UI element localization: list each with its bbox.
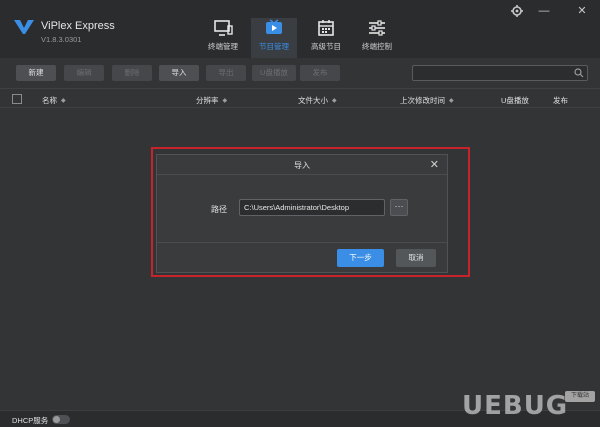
search-icon[interactable]: [574, 68, 584, 78]
sliders-icon: [369, 20, 385, 36]
dialog-title: 导入: [294, 161, 310, 170]
publish-button[interactable]: 发布: [300, 65, 340, 81]
title-bar: ViPlex Express V1.8.3.0301 终端管理 节目管理 高级节…: [0, 0, 600, 58]
usb-play-button[interactable]: U盘播放: [252, 65, 296, 81]
new-button[interactable]: 新建: [16, 65, 56, 81]
gear-icon[interactable]: [509, 4, 525, 18]
column-file-size[interactable]: 文件大小 ◆: [298, 95, 337, 106]
table-header: 名称 ◆ 分辨率 ◆ 文件大小 ◆ 上次修改时间 ◆ U盘播放 发布: [0, 88, 600, 108]
dhcp-toggle[interactable]: [52, 415, 70, 424]
export-button[interactable]: 导出: [206, 65, 246, 81]
tab-program-management[interactable]: 节目管理: [251, 18, 297, 58]
path-field[interactable]: C:\Users\Administrator\Desktop: [239, 199, 385, 216]
viplex-logo-icon: [14, 20, 34, 34]
sort-icon: ◆: [449, 98, 454, 104]
edit-button[interactable]: 编辑: [64, 65, 104, 81]
tab-label: 终端管理: [208, 42, 238, 51]
play-icon: [266, 19, 282, 34]
calendar-icon: [318, 20, 334, 36]
sort-icon: ◆: [61, 98, 66, 104]
tab-terminal-control[interactable]: 终端控制: [354, 18, 400, 58]
app-name: ViPlex Express: [41, 20, 115, 32]
tab-label: 终端控制: [362, 42, 392, 51]
path-label: 路径: [211, 205, 227, 214]
dialog-close-icon[interactable]: ✕: [430, 158, 439, 171]
column-name[interactable]: 名称 ◆: [42, 95, 66, 106]
dhcp-label: DHCP服务: [12, 416, 49, 425]
search-input[interactable]: [412, 65, 588, 81]
import-button[interactable]: 导入: [159, 65, 199, 81]
browse-button[interactable]: ···: [390, 199, 408, 216]
dialog-header: 导入 ✕: [157, 155, 447, 175]
delete-button[interactable]: 删除: [112, 65, 152, 81]
close-button[interactable]: ✕: [574, 4, 590, 18]
next-button[interactable]: 下一步: [337, 249, 384, 267]
tab-label: 高级节目: [311, 42, 341, 51]
minimize-button[interactable]: —: [536, 4, 552, 18]
watermark-badge: 下载站: [565, 391, 595, 402]
tab-label: 节目管理: [259, 42, 289, 51]
dialog-divider: [157, 242, 447, 243]
column-publish: 发布: [553, 96, 568, 105]
select-all-checkbox[interactable]: [12, 94, 22, 104]
tab-terminal-management[interactable]: 终端管理: [200, 18, 246, 58]
import-dialog: 导入 ✕ 路径 C:\Users\Administrator\Desktop ·…: [156, 154, 448, 273]
tab-advanced-program[interactable]: 高级节目: [303, 18, 349, 58]
sort-icon: ◆: [332, 98, 337, 104]
toggle-knob: [53, 416, 60, 423]
sort-icon: ◆: [222, 98, 228, 104]
column-last-modified[interactable]: 上次修改时间 ◆: [400, 95, 454, 106]
watermark-logo: UEBUG 下载站: [448, 389, 598, 425]
column-resolution[interactable]: 分辨率 ◆: [196, 95, 227, 106]
monitor-icon: [214, 20, 233, 36]
cancel-button[interactable]: 取消: [396, 249, 436, 267]
app-version: V1.8.3.0301: [41, 35, 82, 44]
column-usb-play: U盘播放: [501, 96, 529, 105]
watermark-text: UEBUG: [462, 391, 569, 421]
